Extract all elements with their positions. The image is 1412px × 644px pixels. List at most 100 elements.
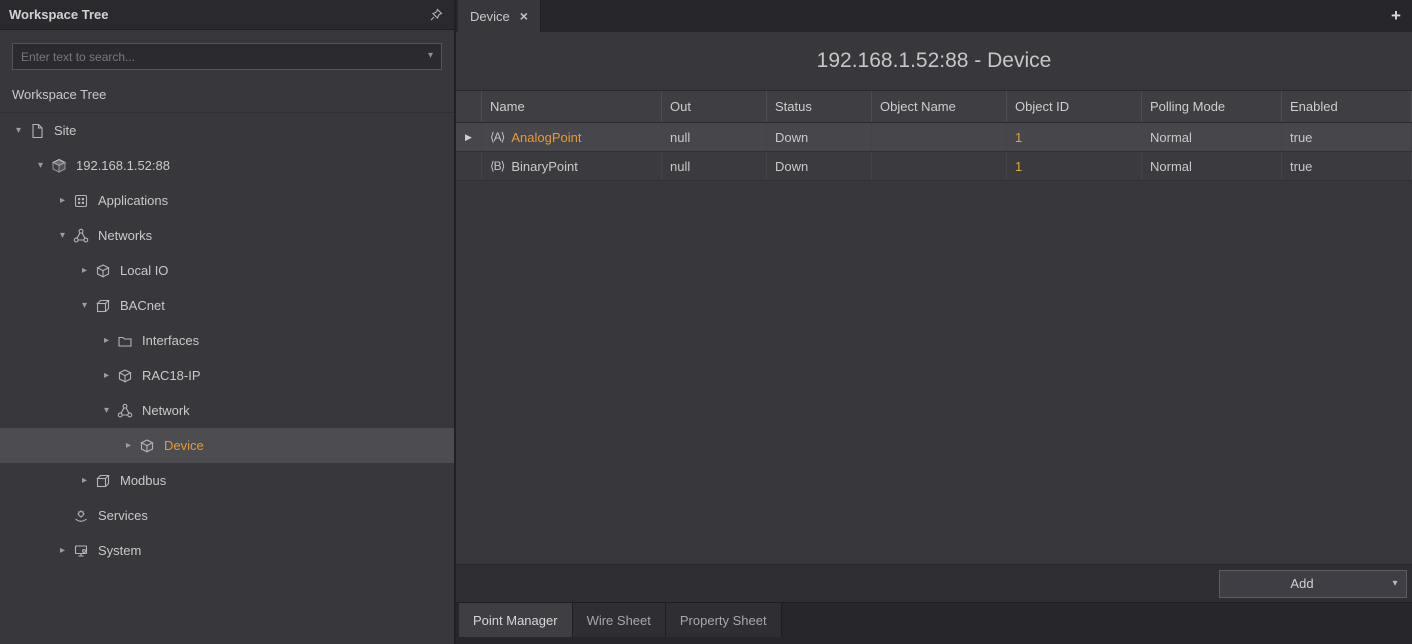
- tree-item-label: Site: [54, 123, 76, 138]
- page-title: 192.168.1.52:88 - Device: [817, 49, 1052, 73]
- row-selector[interactable]: ▶: [456, 123, 482, 151]
- tree-item-modbus[interactable]: ▸ Modbus: [0, 463, 454, 498]
- workspace-tree-panel-header: Workspace Tree: [0, 0, 454, 30]
- system-icon: [71, 543, 91, 559]
- column-header-polling-mode[interactable]: Polling Mode: [1142, 91, 1282, 122]
- expander-icon[interactable]: ▾: [32, 160, 49, 171]
- status-cell: Down: [767, 152, 872, 180]
- table-body: ▶ ⟨A⟩ AnalogPoint null Down 1 Normal tru…: [456, 123, 1412, 181]
- expander-icon[interactable]: ▸: [54, 545, 71, 556]
- tree-item-site[interactable]: ▾ Site: [0, 113, 454, 148]
- station-icon: [49, 158, 69, 174]
- document-icon: [27, 123, 47, 139]
- tree-item-system[interactable]: ▸ System: [0, 533, 454, 568]
- name-cell[interactable]: ⟨A⟩ AnalogPoint: [482, 123, 662, 151]
- device-icon: [115, 368, 135, 384]
- column-header-object-name[interactable]: Object Name: [872, 91, 1007, 122]
- tab-point-manager[interactable]: Point Manager: [459, 603, 573, 637]
- protocol-icon: [93, 473, 113, 489]
- services-icon: [71, 508, 91, 524]
- tree-item-label: System: [98, 543, 141, 558]
- point-name: BinaryPoint: [511, 159, 577, 174]
- network-icon: [71, 228, 91, 244]
- close-tab-icon[interactable]: ×: [520, 9, 528, 23]
- table-empty-area: [456, 181, 1412, 564]
- tree-item-networks[interactable]: ▾ Networks: [0, 218, 454, 253]
- table-header: Name Out Status Object Name Object ID Po…: [456, 90, 1412, 123]
- tree-item-services[interactable]: Services: [0, 498, 454, 533]
- column-header-object-id[interactable]: Object ID: [1007, 91, 1142, 122]
- tree-item-label: Device: [164, 438, 204, 453]
- network-icon: [115, 403, 135, 419]
- column-header-enabled[interactable]: Enabled: [1282, 91, 1412, 122]
- expander-icon[interactable]: ▸: [98, 370, 115, 381]
- add-dropdown-icon[interactable]: ▾: [1384, 571, 1406, 597]
- table-row[interactable]: ▶ ⟨A⟩ AnalogPoint null Down 1 Normal tru…: [456, 123, 1412, 152]
- device-title-bar: 192.168.1.52:88 - Device: [456, 32, 1412, 90]
- expander-icon[interactable]: ▸: [120, 440, 137, 451]
- search-area: ▾: [0, 30, 454, 76]
- protocol-icon: [93, 298, 113, 314]
- column-header-selector: [456, 91, 482, 122]
- search-input[interactable]: [12, 43, 442, 70]
- tree-item-bacnet[interactable]: ▾ BACnet: [0, 288, 454, 323]
- tree-section-header: Workspace Tree: [0, 76, 454, 113]
- tree-item-label: Services: [98, 508, 148, 523]
- tree-item-label: BACnet: [120, 298, 165, 313]
- object-id-cell: 1: [1007, 123, 1142, 151]
- add-button-bar: Add ▾: [456, 564, 1412, 602]
- expander-icon[interactable]: ▾: [54, 230, 71, 241]
- point-name: AnalogPoint: [511, 130, 581, 145]
- expander-icon[interactable]: ▾: [10, 125, 27, 136]
- enabled-cell: true: [1282, 123, 1412, 151]
- add-button[interactable]: Add ▾: [1219, 570, 1407, 598]
- tree-item-rac18-ip[interactable]: ▸ RAC18-IP: [0, 358, 454, 393]
- workspace-tree-panel: Workspace Tree ▾ Workspace Tree ▾ Site ▾…: [0, 0, 456, 644]
- point-icon: ⟨B⟩: [490, 159, 504, 173]
- tree-item-label: Networks: [98, 228, 152, 243]
- search-dropdown-icon[interactable]: ▾: [428, 50, 433, 61]
- expander-icon[interactable]: ▾: [76, 300, 93, 311]
- point-icon: ⟨A⟩: [490, 130, 504, 144]
- tree-item-label: Local IO: [120, 263, 168, 278]
- status-cell: Down: [767, 123, 872, 151]
- expander-icon[interactable]: ▸: [98, 335, 115, 346]
- tree-item-192-168-1-52-88[interactable]: ▾ 192.168.1.52:88: [0, 148, 454, 183]
- out-cell: null: [662, 123, 767, 151]
- pin-icon[interactable]: [427, 6, 445, 24]
- expander-icon[interactable]: ▾: [98, 405, 115, 416]
- row-selector[interactable]: [456, 152, 482, 180]
- expander-icon[interactable]: ▸: [76, 265, 93, 276]
- device-icon: [137, 438, 157, 454]
- column-header-status[interactable]: Status: [767, 91, 872, 122]
- tab-device-label: Device: [470, 9, 510, 24]
- device-icon: [93, 263, 113, 279]
- tree-item-device[interactable]: ▸ Device: [0, 428, 454, 463]
- tab-device[interactable]: Device ×: [458, 0, 541, 32]
- tree-item-label: Applications: [98, 193, 168, 208]
- view-tab-bar: Point Manager Wire Sheet Property Sheet: [456, 602, 1412, 644]
- new-tab-button[interactable]: +: [1380, 0, 1412, 32]
- tree-item-label: Network: [142, 403, 190, 418]
- tree-item-label: Interfaces: [142, 333, 199, 348]
- column-header-name[interactable]: Name: [482, 91, 662, 122]
- workspace-tree-list: ▾ Site ▾ 192.168.1.52:88 ▸ Applications …: [0, 113, 454, 644]
- tree-item-network[interactable]: ▾ Network: [0, 393, 454, 428]
- object-id-cell: 1: [1007, 152, 1142, 180]
- tree-item-label: 192.168.1.52:88: [76, 158, 170, 173]
- tab-wire-sheet[interactable]: Wire Sheet: [573, 603, 666, 637]
- out-cell: null: [662, 152, 767, 180]
- column-header-out[interactable]: Out: [662, 91, 767, 122]
- object-name-cell: [872, 152, 1007, 180]
- tab-property-sheet[interactable]: Property Sheet: [666, 603, 782, 637]
- tree-item-applications[interactable]: ▸ Applications: [0, 183, 454, 218]
- row-selector-arrow: ▶: [465, 132, 472, 143]
- workspace-tree-panel-title: Workspace Tree: [9, 7, 108, 22]
- table-row[interactable]: ⟨B⟩ BinaryPoint null Down 1 Normal true: [456, 152, 1412, 181]
- tree-item-local-io[interactable]: ▸ Local IO: [0, 253, 454, 288]
- expander-icon[interactable]: ▸: [76, 475, 93, 486]
- tree-item-interfaces[interactable]: ▸ Interfaces: [0, 323, 454, 358]
- expander-icon[interactable]: ▸: [54, 195, 71, 206]
- tree-item-label: Modbus: [120, 473, 166, 488]
- name-cell[interactable]: ⟨B⟩ BinaryPoint: [482, 152, 662, 180]
